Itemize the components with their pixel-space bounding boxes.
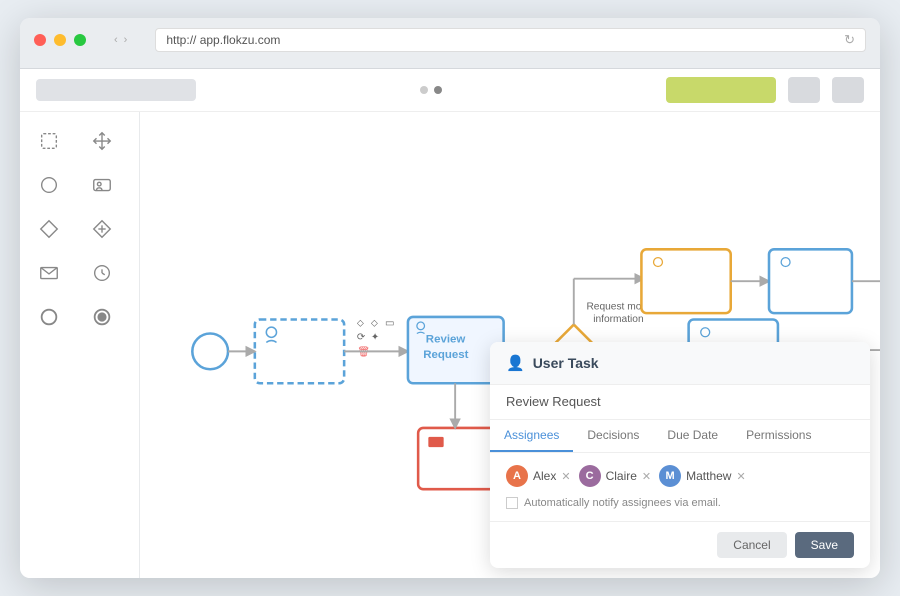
svg-text:✦: ✦ [371, 332, 380, 343]
parallel-gateway-tool[interactable] [85, 212, 119, 246]
assignees-row: A Alex ✕ C Claire ✕ M Ma [506, 465, 854, 487]
avatar-alex: A [506, 465, 528, 487]
select-tool[interactable] [32, 124, 66, 158]
svg-text:⬦: ⬦ [357, 318, 364, 329]
end-event-tool[interactable] [32, 300, 66, 334]
publish-button[interactable] [666, 77, 776, 103]
assignee-chip-alex: A Alex ✕ [506, 465, 571, 487]
tab-decisions[interactable]: Decisions [573, 420, 653, 452]
avatar-matthew: M [659, 465, 681, 487]
browser-nav: ‹ › [114, 34, 127, 46]
panel-tabs: Assignees Decisions Due Date Permissions [490, 420, 870, 453]
save-button[interactable]: Save [795, 532, 854, 558]
toolbar-gray-btn-2[interactable] [832, 77, 864, 103]
pagination-dots [420, 86, 442, 94]
url-text: http:// app.flokzu.com [166, 33, 280, 47]
user-task-panel: 👤 User Task Assignees Decisions Due Date… [490, 342, 870, 568]
assignee-name-alex: Alex [533, 469, 556, 483]
left-toolbar [20, 112, 140, 578]
tab-permissions[interactable]: Permissions [732, 420, 825, 452]
notify-label: Automatically notify assignees via email… [524, 497, 721, 509]
svg-text:Review: Review [426, 333, 466, 345]
assignee-name-matthew: Matthew [686, 469, 731, 483]
tab-assignees[interactable]: Assignees [490, 420, 573, 452]
cancel-button[interactable]: Cancel [717, 532, 786, 558]
user-task-tool[interactable] [85, 168, 119, 202]
task-name-row [490, 385, 870, 420]
dot-1[interactable] [420, 86, 428, 94]
remove-matthew-button[interactable]: ✕ [736, 470, 745, 483]
user-task-icon: 👤 [506, 354, 525, 372]
app-toolbar [20, 69, 880, 112]
toolbar-placeholder [36, 79, 196, 101]
browser-controls: ‹ › http:// app.flokzu.com ↻ [34, 28, 866, 52]
svg-text:⬦: ⬦ [371, 318, 378, 329]
browser-chrome: ‹ › http:// app.flokzu.com ↻ [20, 18, 880, 69]
canvas-area[interactable]: ⬦ ⬦ ▭ ⟳ ✦ 🗑 Review Request [140, 112, 880, 578]
message-event-tool[interactable] [32, 256, 66, 290]
app-content: ⬦ ⬦ ▭ ⟳ ✦ 🗑 Review Request [20, 112, 880, 578]
task-name-input[interactable] [506, 394, 854, 409]
terminate-event-tool[interactable] [85, 300, 119, 334]
notify-row: Automatically notify assignees via email… [506, 497, 854, 509]
maximize-dot[interactable] [74, 34, 86, 46]
back-arrow[interactable]: ‹ [114, 34, 118, 46]
svg-text:⟳: ⟳ [357, 332, 366, 343]
remove-claire-button[interactable]: ✕ [642, 470, 651, 483]
address-bar[interactable]: http:// app.flokzu.com ↻ [155, 28, 866, 52]
panel-title: User Task [533, 355, 599, 371]
minimize-dot[interactable] [54, 34, 66, 46]
assignee-name-claire: Claire [606, 469, 637, 483]
dot-2[interactable] [434, 86, 442, 94]
assignee-chip-claire: C Claire ✕ [579, 465, 652, 487]
browser-window: ‹ › http:// app.flokzu.com ↻ [20, 18, 880, 578]
remove-alex-button[interactable]: ✕ [561, 470, 570, 483]
move-tool[interactable] [85, 124, 119, 158]
notify-checkbox[interactable] [506, 497, 518, 509]
svg-text:▭: ▭ [385, 318, 395, 329]
panel-header: 👤 User Task [490, 342, 870, 385]
assignee-chip-matthew: M Matthew ✕ [659, 465, 746, 487]
timer-event-tool[interactable] [85, 256, 119, 290]
start-event-tool[interactable] [32, 168, 66, 202]
panel-body: A Alex ✕ C Claire ✕ M Ma [490, 453, 870, 521]
exclusive-gateway-tool[interactable] [32, 212, 66, 246]
panel-footer: Cancel Save [490, 521, 870, 568]
close-dot[interactable] [34, 34, 46, 46]
tab-due-date[interactable]: Due Date [653, 420, 732, 452]
toolbar-gray-btn-1[interactable] [788, 77, 820, 103]
reload-button[interactable]: ↻ [844, 32, 855, 48]
svg-text:information: information [593, 314, 643, 325]
svg-text:Request: Request [423, 349, 468, 361]
forward-arrow[interactable]: › [124, 34, 128, 46]
avatar-claire: C [579, 465, 601, 487]
